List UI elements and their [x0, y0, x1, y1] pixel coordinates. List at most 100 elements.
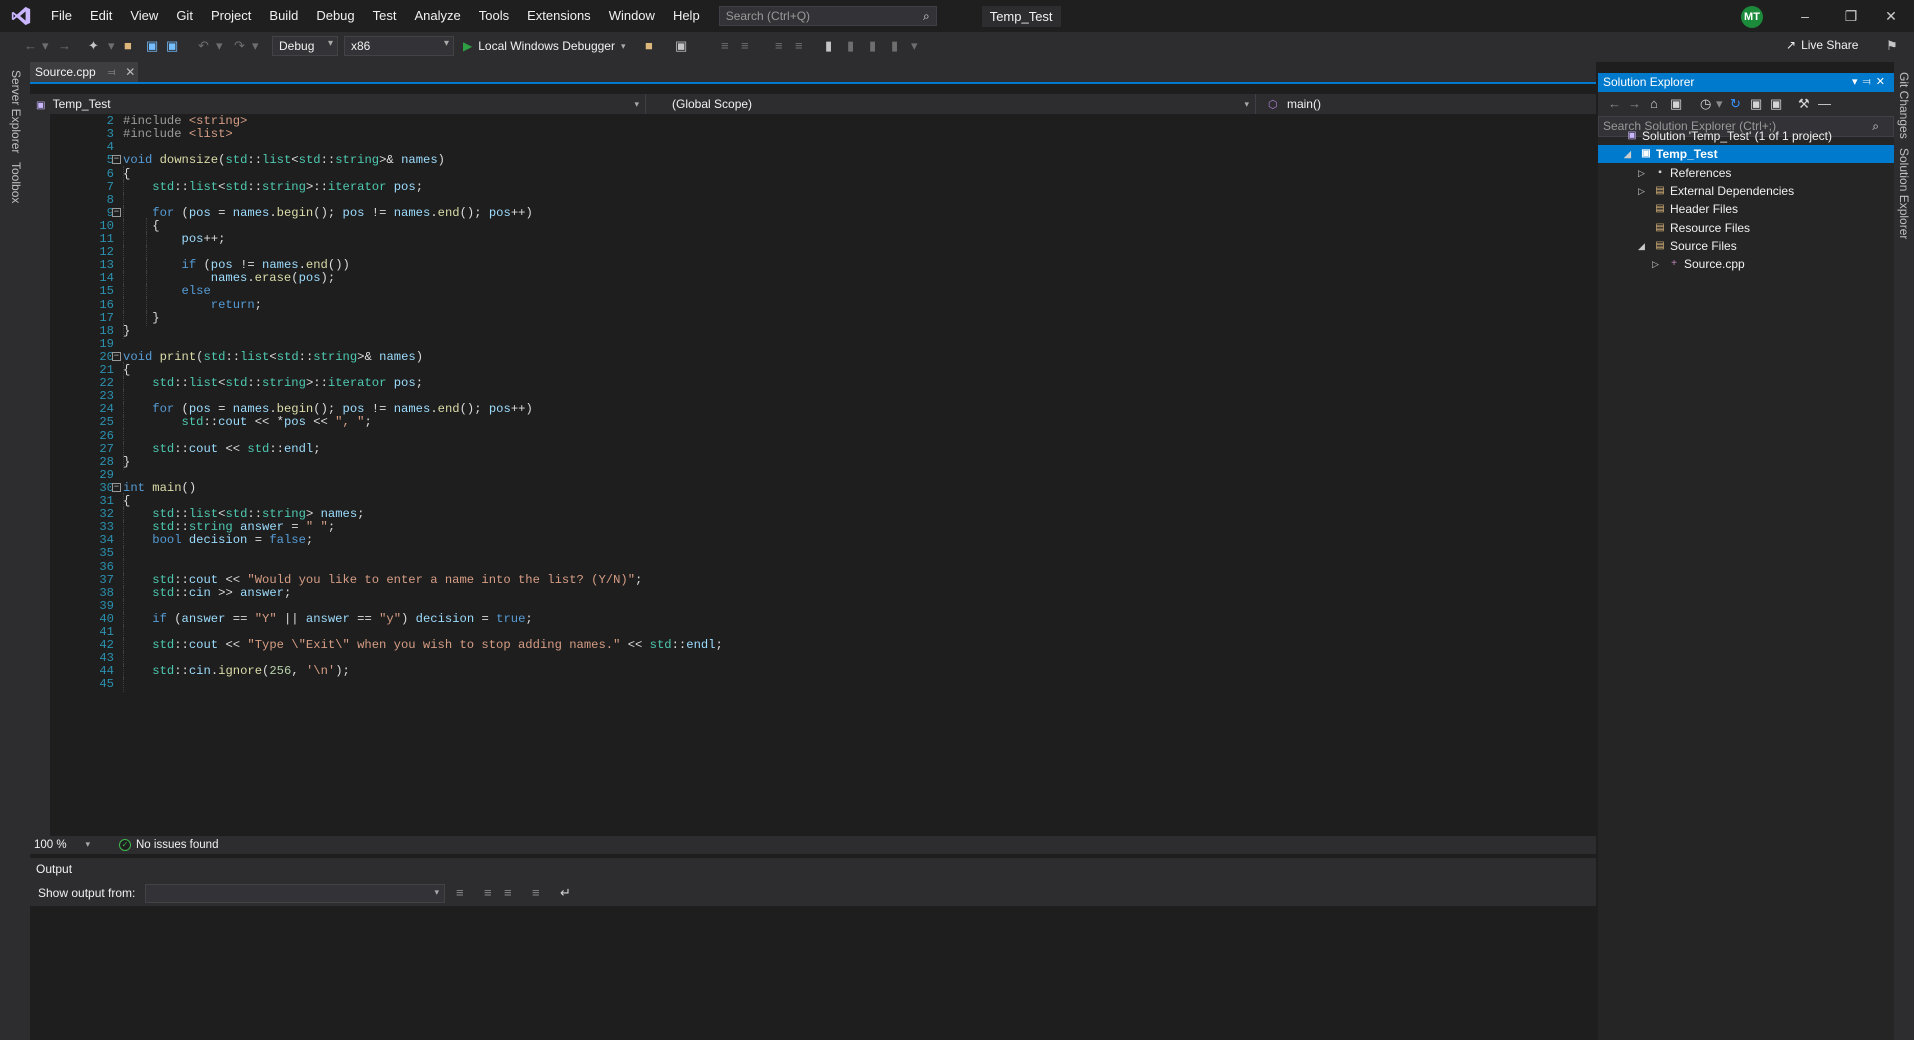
global-search-input[interactable]: Search (Ctrl+Q) ⌕	[718, 6, 937, 26]
home-icon[interactable]: ⌂	[1650, 96, 1658, 111]
configuration-select[interactable]: Debug ▾	[272, 36, 338, 56]
collapse-region-icon[interactable]: −	[112, 207, 121, 217]
dropdown-arrow-icon[interactable]: ▾	[108, 38, 115, 54]
close-window-icon[interactable]: ✕	[1868, 0, 1914, 32]
close-tab-icon[interactable]: ✕	[125, 65, 135, 79]
menu-debug[interactable]: Debug	[307, 0, 363, 32]
start-debugging-button[interactable]: ▶ Local Windows Debugger ▾	[463, 36, 626, 56]
expanded-arrow-icon[interactable]: ◢	[1624, 145, 1631, 163]
menu-extensions[interactable]: Extensions	[518, 0, 600, 32]
tab-source-cpp[interactable]: Source.cpp ⫤ ✕	[30, 62, 138, 82]
dropdown-arrow-icon[interactable]: ▾	[1716, 96, 1723, 112]
menu-tools[interactable]: Tools	[470, 0, 518, 32]
tab-label: Source.cpp	[35, 65, 96, 79]
switch-views-icon[interactable]: ▣	[1670, 96, 1682, 112]
expanded-arrow-icon[interactable]: ◢	[1638, 237, 1645, 255]
forward-icon[interactable]: →	[1628, 96, 1641, 111]
collapse-region-icon[interactable]: −	[112, 482, 121, 492]
undo-icon[interactable]: ↶	[198, 38, 209, 54]
menu-window[interactable]: Window	[600, 0, 664, 32]
tree-item[interactable]: ◢ ▤ Source Files	[1598, 237, 1894, 255]
prev-message-icon[interactable]: ≡	[484, 885, 492, 900]
output-source-select[interactable]: ▾	[145, 884, 445, 903]
user-avatar[interactable]: MT	[1741, 6, 1763, 28]
dropdown-arrow-icon[interactable]: ▾	[42, 38, 49, 54]
forward-icon[interactable]: →	[58, 38, 71, 53]
dropdown-arrow-icon[interactable]: ▾	[216, 38, 223, 54]
new-project-icon[interactable]: ✦	[88, 38, 99, 54]
uncomment-icon[interactable]: ≡	[795, 38, 803, 53]
scope-dropdown[interactable]: (Global Scope) ▾	[658, 94, 1256, 114]
toolbox-tab[interactable]: Toolbox	[9, 162, 23, 203]
browse-icon[interactable]: ■	[645, 38, 653, 53]
clear-all-icon[interactable]: ≡	[532, 885, 540, 900]
menu-build[interactable]: Build	[260, 0, 307, 32]
tree-item[interactable]: ▷ + Source.cpp	[1598, 255, 1894, 273]
tree-item[interactable]: ▤ Resource Files	[1598, 219, 1894, 237]
menu-analyze[interactable]: Analyze	[405, 0, 469, 32]
server-explorer-tab[interactable]: Server Explorer	[9, 70, 23, 153]
collapsed-arrow-icon[interactable]: ▷	[1638, 164, 1645, 182]
pin-icon[interactable]: ⫤	[108, 67, 116, 78]
next-message-icon[interactable]: ≡	[504, 885, 512, 900]
visual-studio-logo-icon[interactable]	[10, 5, 32, 27]
live-share-button[interactable]: ↗ Live Share	[1786, 38, 1858, 52]
clear-bookmarks-icon[interactable]: ▮	[891, 38, 898, 54]
feedback-icon[interactable]: ⚑	[1886, 38, 1898, 54]
issues-indicator[interactable]: ✓ No issues found	[119, 839, 218, 851]
code-line[interactable]: 45	[30, 676, 1596, 693]
collapse-region-icon[interactable]: −	[112, 351, 121, 361]
menu-file[interactable]: File	[42, 0, 81, 32]
next-bookmark-icon[interactable]: ▮	[869, 38, 876, 54]
toolbar-overflow-icon[interactable]: ▾	[911, 38, 918, 54]
git-changes-tab[interactable]: Git Changes	[1897, 72, 1911, 139]
show-all-files-icon[interactable]: ▣	[1770, 96, 1782, 112]
menu-project[interactable]: Project	[202, 0, 260, 32]
close-panel-icon[interactable]: ✕	[1876, 76, 1890, 88]
minimize-icon[interactable]: –	[1782, 0, 1828, 32]
project-dropdown[interactable]: ▣ Temp_Test ▾	[32, 94, 646, 114]
find-message-icon[interactable]: ≡	[456, 885, 464, 900]
properties-icon[interactable]: ⚒	[1798, 96, 1810, 112]
menu-test[interactable]: Test	[364, 0, 406, 32]
save-all-icon[interactable]: ▣	[166, 38, 178, 54]
back-icon[interactable]: ←	[1608, 96, 1621, 111]
redo-icon[interactable]: ↷	[234, 38, 245, 54]
collapsed-arrow-icon[interactable]: ▷	[1638, 182, 1645, 200]
tree-item[interactable]: ▤ Header Files	[1598, 200, 1894, 218]
tree-item[interactable]: ▷ ▤ External Dependencies	[1598, 182, 1894, 200]
pin-icon[interactable]: ⫤	[1862, 76, 1875, 88]
comment-icon[interactable]: ≡	[775, 38, 783, 53]
menu-view[interactable]: View	[121, 0, 167, 32]
menu-git[interactable]: Git	[167, 0, 202, 32]
tree-item[interactable]: ▷ ▪ References	[1598, 164, 1894, 182]
code-editor[interactable]: 1−#include <iostream>2#include <string>3…	[30, 114, 1596, 836]
prev-bookmark-icon[interactable]: ▮	[847, 38, 854, 54]
word-wrap-icon[interactable]: ↵	[560, 885, 571, 901]
preview-icon[interactable]: —	[1818, 96, 1831, 111]
save-icon[interactable]: ▣	[146, 38, 158, 54]
zoom-dropdown[interactable]: 100 % ▾	[30, 839, 94, 851]
menu-help[interactable]: Help	[664, 0, 709, 32]
dropdown-arrow-icon[interactable]: ▾	[252, 38, 259, 54]
indent-icon[interactable]: ≡	[721, 38, 729, 53]
menu-edit[interactable]: Edit	[81, 0, 121, 32]
collapsed-arrow-icon[interactable]: ▷	[1652, 255, 1659, 273]
run-label: Local Windows Debugger	[478, 39, 615, 53]
back-icon[interactable]: ←	[24, 38, 37, 53]
pending-changes-filter-icon[interactable]: ◷	[1700, 96, 1711, 112]
collapse-all-icon[interactable]: ▣	[1750, 96, 1762, 112]
window-position-icon[interactable]: ▾	[1852, 76, 1863, 88]
member-dropdown[interactable]: ⬡ main()	[1262, 94, 1596, 114]
bookmark-icon[interactable]: ▮	[825, 38, 832, 54]
output-text-area[interactable]	[30, 906, 1596, 1040]
sync-icon[interactable]: ↻	[1730, 96, 1741, 112]
open-folder-icon[interactable]: ■	[124, 38, 132, 53]
screenshot-icon[interactable]: ▣	[675, 38, 687, 54]
outdent-icon[interactable]: ≡	[741, 38, 749, 53]
tree-item[interactable]: ◢ ▣ Temp_Test	[1598, 145, 1894, 164]
solution-explorer-tab[interactable]: Solution Explorer	[1897, 148, 1911, 239]
tree-item[interactable]: ▣ Solution 'Temp_Test' (1 of 1 project)	[1598, 127, 1894, 145]
platform-select[interactable]: x86 ▾	[344, 36, 454, 56]
collapse-region-icon[interactable]: −	[112, 155, 121, 165]
